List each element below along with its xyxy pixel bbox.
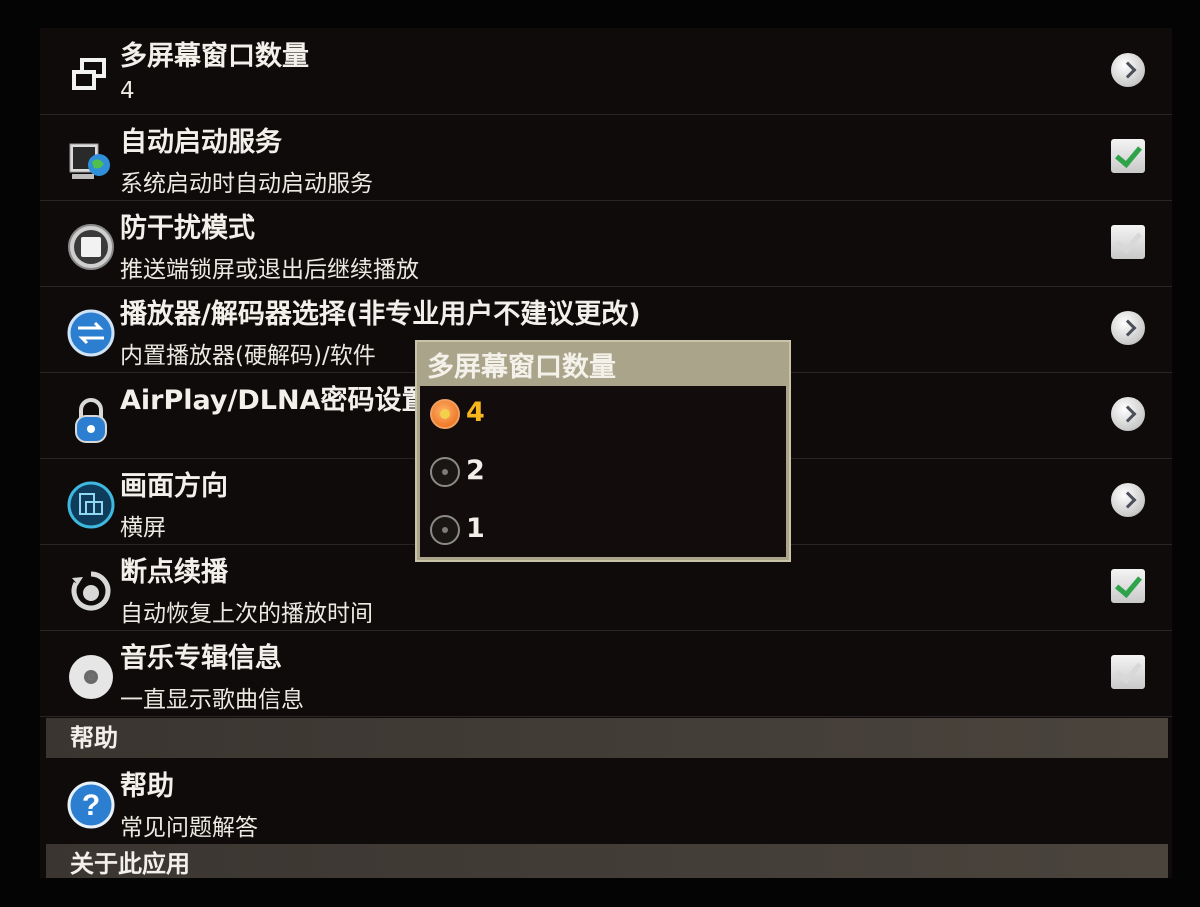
setting-subtitle: 常见问题解答 [120, 815, 258, 841]
setting-title: 画面方向 [120, 471, 228, 502]
checkbox-icon [1111, 655, 1145, 689]
setting-subtitle: 系统启动时自动启动服务 [120, 171, 373, 197]
chevron-right-button[interactable] [1108, 50, 1148, 90]
checkbox-icon [1111, 225, 1145, 259]
anti-interference-checkbox[interactable] [1108, 222, 1148, 262]
setting-title: 防干扰模式 [120, 213, 255, 244]
radio-selected-icon[interactable] [430, 399, 460, 429]
setting-row-anti-interference[interactable]: 防干扰模式 推送端锁屏或退出后继续播放 [40, 200, 1172, 287]
option-label: 2 [466, 455, 485, 486]
chevron-right-icon [1111, 483, 1145, 517]
padlock-icon [66, 394, 116, 444]
setting-title: AirPlay/DLNA密码设置 [120, 385, 429, 416]
svg-text:?: ? [82, 789, 100, 822]
setting-title: 断点续播 [120, 557, 228, 588]
chevron-right-icon [1111, 397, 1145, 431]
option-1[interactable]: 1 [428, 507, 768, 557]
checkmark-icon [1111, 569, 1145, 603]
window-count-dialog: 多屏幕窗口数量 4 2 1 [415, 340, 791, 562]
section-header-about: 关于此应用 [46, 844, 1168, 878]
setting-row-auto-start[interactable]: 自动启动服务 系统启动时自动启动服务 [40, 114, 1172, 201]
setting-title: 自动启动服务 [120, 127, 282, 158]
setting-subtitle: 一直显示歌曲信息 [120, 687, 304, 713]
dialog-title: 多屏幕窗口数量 [427, 352, 616, 383]
auto-start-checkbox[interactable] [1108, 136, 1148, 176]
chevron-right-button[interactable] [1108, 394, 1148, 434]
option-2[interactable]: 2 [428, 449, 768, 499]
setting-subtitle: 横屏 [120, 515, 166, 541]
chevron-right-button[interactable] [1108, 480, 1148, 520]
radio-icon[interactable] [430, 457, 460, 487]
chevron-right-button[interactable] [1108, 308, 1148, 348]
swap-arrows-icon [66, 308, 116, 358]
checkmark-icon [1111, 139, 1145, 173]
setting-title: 音乐专辑信息 [120, 643, 282, 674]
option-label: 1 [466, 513, 485, 544]
album-info-checkbox[interactable] [1108, 652, 1148, 692]
multi-window-icon [66, 50, 116, 100]
setting-row-album-info[interactable]: 音乐专辑信息 一直显示歌曲信息 [40, 630, 1172, 717]
setting-subtitle: 内置播放器(硬解码)/软件 [120, 343, 376, 369]
cd-disc-icon [66, 652, 116, 702]
question-icon: ? [66, 780, 116, 830]
setting-title: 帮助 [120, 771, 174, 802]
computer-globe-icon [66, 136, 116, 186]
resume-checkbox[interactable] [1108, 566, 1148, 606]
setting-title: 多屏幕窗口数量 [120, 41, 309, 72]
setting-row-help[interactable]: ? 帮助 常见问题解答 [40, 758, 1172, 844]
chevron-right-icon [1111, 53, 1145, 87]
setting-row-window-count[interactable]: 多屏幕窗口数量 4 [40, 28, 1172, 115]
setting-subtitle: 推送端锁屏或退出后继续播放 [120, 257, 419, 283]
option-4[interactable]: 4 [428, 391, 768, 441]
setting-subtitle: 4 [120, 78, 135, 104]
dialog-options: 4 2 1 [420, 386, 786, 557]
setting-title: 播放器/解码器选择(非专业用户不建议更改) [120, 299, 641, 330]
setting-subtitle: 自动恢复上次的播放时间 [120, 601, 373, 627]
shield-square-icon [66, 222, 116, 272]
radio-icon[interactable] [430, 515, 460, 545]
resume-play-icon [66, 566, 116, 616]
screen-rotate-icon [66, 480, 116, 530]
chevron-right-icon [1111, 311, 1145, 345]
option-label: 4 [466, 397, 485, 428]
section-header-help: 帮助 [46, 718, 1168, 758]
